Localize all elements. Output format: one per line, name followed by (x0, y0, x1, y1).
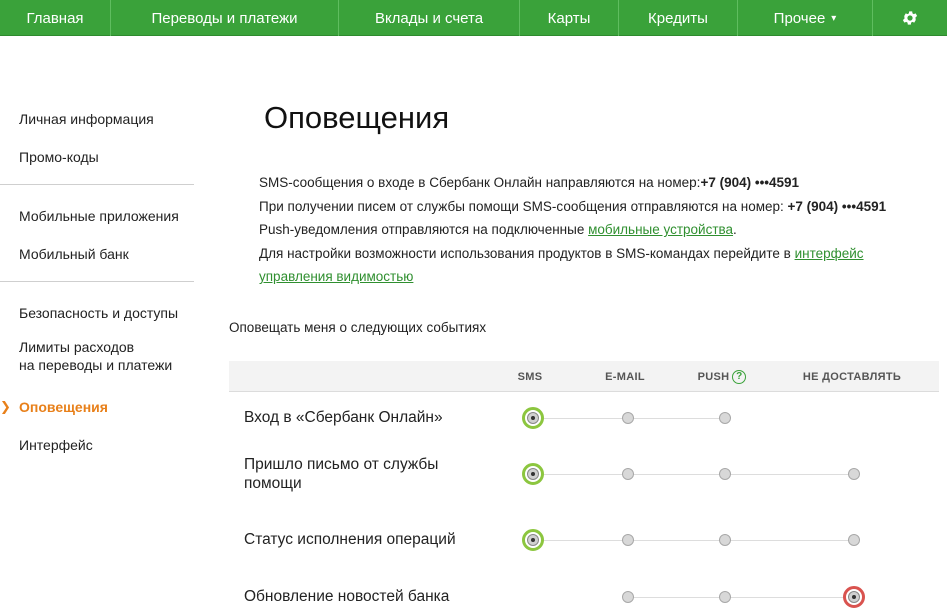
nav-item-deposits[interactable]: Вклады и счета (339, 0, 520, 36)
sidebar-item-interface[interactable]: Интерфейс (0, 426, 194, 464)
sidebar-item-mobile-apps[interactable]: Мобильные приложения (0, 197, 194, 235)
sidebar-divider (0, 184, 194, 185)
nav-item-transfers[interactable]: Переводы и платежи (111, 0, 339, 36)
sidebar-item-label: Мобильный банк (19, 246, 129, 262)
page-title: Оповещения (264, 100, 450, 135)
sidebar-item-limits[interactable]: Лимиты расходов на переводы и платежи (0, 332, 194, 388)
column-header-label: E-MAIL (605, 370, 645, 383)
sidebar-item-label: Интерфейс (19, 437, 93, 453)
row-label-line1: Обновление новостей банка (244, 588, 450, 605)
info-block: SMS-сообщения о входе в Сбербанк Онлайн … (259, 171, 939, 289)
nav-item-label: Вклады и счета (374, 9, 484, 27)
radio-email[interactable] (622, 591, 634, 603)
phone-number: +7 (904) •••4591 (700, 175, 800, 190)
info-text: SMS-сообщения о входе в Сбербанк Онлайн … (259, 175, 701, 190)
column-header-push: PUSH ? (662, 361, 782, 392)
nav-item-cards[interactable]: Карты (520, 0, 619, 36)
sidebar-item-security[interactable]: Безопасность и доступы (0, 294, 194, 332)
sidebar-item-notifications[interactable]: ❯ Оповещения (0, 388, 194, 426)
nav-item-label: Карты (547, 9, 591, 27)
help-icon[interactable]: ? (732, 369, 747, 384)
sidebar-item-label: Оповещения (19, 399, 108, 415)
radio-none[interactable] (843, 586, 865, 608)
info-line-support-sms: При получении писем от службы помощи SMS… (259, 195, 939, 219)
phone-number: +7 (904) •••4591 (787, 198, 887, 214)
sidebar-item-label: Промо-коды (19, 149, 99, 165)
column-header-label: PUSH (697, 370, 730, 383)
column-header-label: НЕ ДОСТАВЛЯТЬ (802, 370, 902, 383)
sidebar-item-label-line2: на переводы и платежи (19, 357, 173, 373)
gear-icon (902, 11, 918, 25)
table-row: Обновление новостей банка (229, 392, 939, 609)
column-header-none: НЕ ДОСТАВЛЯТЬ (790, 361, 914, 392)
mobile-devices-link[interactable]: мобильные устройства (588, 222, 733, 237)
sidebar-item-label-line1: Лимиты расходов (19, 339, 135, 355)
info-line-push: Push-уведомления отправляются на подключ… (259, 218, 939, 242)
info-text: . (733, 222, 737, 237)
sidebar-item-personal-info[interactable]: Личная информация (0, 100, 194, 138)
nav-item-home[interactable]: Главная (0, 0, 111, 36)
info-text: При получении писем от службы помощи SMS… (259, 198, 788, 214)
nav-item-credits[interactable]: Кредиты (619, 0, 738, 36)
option-track (628, 597, 854, 598)
table-header: SMS E-MAIL PUSH ? НЕ ДОСТАВЛЯТЬ (229, 361, 939, 392)
notifications-table: SMS E-MAIL PUSH ? НЕ ДОСТАВЛЯТЬ Вход в «… (229, 361, 939, 609)
nav-item-label: Переводы и платежи (151, 9, 298, 27)
chevron-right-icon: ❯ (0, 399, 11, 414)
nav-item-label: Главная (26, 9, 84, 27)
sidebar-item-label: Мобильные приложения (19, 208, 179, 224)
sidebar-divider (0, 281, 194, 282)
info-line-sms-login: SMS-сообщения о входе в Сбербанк Онлайн … (259, 171, 939, 195)
nav-item-other[interactable]: Прочее ▾ (738, 0, 873, 36)
top-navigation: Главная Переводы и платежи Вклады и счет… (0, 0, 947, 36)
nav-item-label: Кредиты (648, 9, 708, 27)
row-label: Обновление новостей банка (244, 587, 449, 606)
sidebar-item-mobile-bank[interactable]: Мобильный банк (0, 235, 194, 273)
table-body: Вход в «Сбербанк Онлайн» Пришло письмо от… (229, 392, 939, 609)
info-line-visibility: Для настройки возможности использования … (259, 242, 939, 289)
info-text: Push-уведомления отправляются на подключ… (259, 222, 589, 237)
info-text: Для настройки возможности использования … (259, 245, 795, 261)
sidebar-item-label: Безопасность и доступы (19, 305, 179, 321)
sidebar: Личная информация Промо-коды Мобильные п… (0, 100, 194, 464)
radio-push[interactable] (719, 591, 731, 603)
column-header-label: SMS (517, 370, 543, 383)
events-label: Оповещать меня о следующих событиях (229, 320, 487, 335)
chevron-down-icon: ▾ (831, 12, 837, 24)
nav-item-label: Прочее (773, 9, 826, 27)
settings-button[interactable] (873, 0, 947, 36)
sidebar-item-promo-codes[interactable]: Промо-коды (0, 138, 194, 176)
sidebar-item-label: Личная информация (19, 111, 154, 127)
